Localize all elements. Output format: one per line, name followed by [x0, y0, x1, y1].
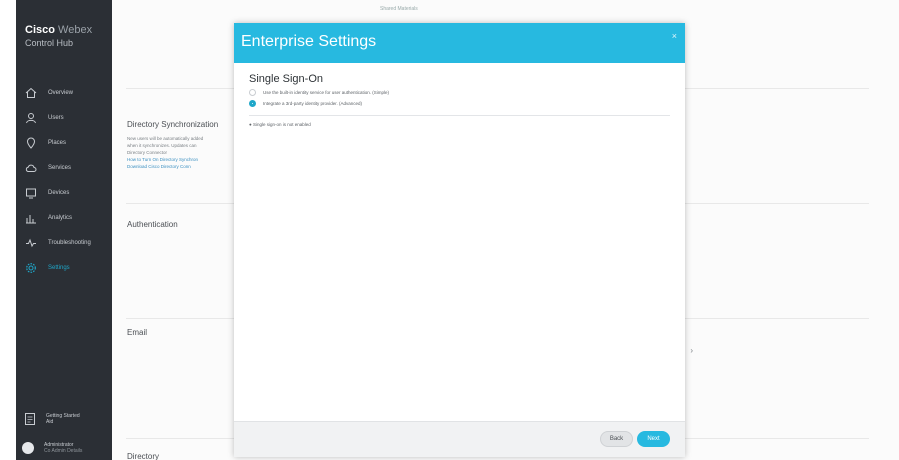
- brand-logo: Cisco Webex Control Hub: [25, 24, 92, 50]
- modal-title: Enterprise Settings: [241, 33, 377, 50]
- option-label: Use the built-in identity service for us…: [263, 90, 390, 95]
- brand-product: Webex: [58, 24, 93, 36]
- bar-chart-icon: [24, 211, 38, 225]
- modal-header: Enterprise Settings ×: [234, 23, 685, 63]
- radio-checked[interactable]: [249, 100, 256, 107]
- sidebar-item-label: Services: [48, 164, 72, 171]
- sidebar-item-label: Places: [48, 139, 67, 146]
- sidebar-item-services[interactable]: Services: [16, 155, 112, 180]
- sso-status-note: ● Single sign-on is not enabled: [249, 122, 311, 127]
- section-title: Single Sign-On: [249, 73, 323, 85]
- directory-sync-link-1[interactable]: How to Turn On Directory Synchron: [127, 156, 237, 163]
- user-icon: [24, 111, 38, 125]
- sidebar-item-devices[interactable]: Devices: [16, 180, 112, 205]
- email-label: Email: [127, 328, 148, 337]
- sidebar-item-label: Users: [48, 114, 64, 121]
- sidebar-item-places[interactable]: Places: [16, 130, 112, 155]
- directory-sync-text-2: when it synchronizes. Updates can: [127, 143, 197, 148]
- user-subtitle: Co Admin Details: [44, 448, 83, 454]
- sidebar-item-users[interactable]: Users: [16, 105, 112, 130]
- sidebar-item-analytics[interactable]: Analytics: [16, 205, 112, 230]
- modal-footer: Back Next: [234, 421, 685, 457]
- document-icon: [24, 412, 36, 426]
- modal-body: Single Sign-On Use the built-in identity…: [249, 73, 670, 127]
- home-icon: [24, 86, 38, 100]
- getting-started-link[interactable]: Getting Started Aid: [24, 412, 80, 426]
- sidebar-item-troubleshooting[interactable]: Troubleshooting: [16, 230, 112, 255]
- radio-unchecked[interactable]: [249, 89, 256, 96]
- directory-sync-link-2[interactable]: Download Cisco Directory Conn: [127, 163, 237, 170]
- device-icon: [24, 186, 38, 200]
- sidebar-item-label: Troubleshooting: [48, 239, 91, 246]
- divider: [249, 115, 670, 116]
- cloud-icon: [24, 161, 38, 175]
- location-pin-icon: [24, 136, 38, 150]
- back-button[interactable]: Back: [600, 431, 633, 447]
- user-profile[interactable]: Administrator Co Admin Details: [22, 442, 82, 454]
- sidebar-item-label: Settings: [48, 264, 70, 271]
- sso-option-simple[interactable]: Use the built-in identity service for us…: [249, 89, 670, 96]
- sso-option-advanced[interactable]: Integrate a 3rd-party identity provider.…: [249, 100, 670, 107]
- chevron-right-icon[interactable]: ›: [690, 346, 693, 355]
- directory-sync-text-3: Directory Connector: [127, 150, 168, 155]
- next-button[interactable]: Next: [637, 431, 670, 447]
- sidebar-item-label: Overview: [48, 89, 74, 96]
- bg-top-text: Shared Materials: [380, 6, 418, 12]
- authentication-label: Authentication: [127, 220, 178, 229]
- sidebar-item-label: Devices: [48, 189, 70, 196]
- option-label: Integrate a 3rd-party identity provider.…: [263, 101, 363, 106]
- gear-icon: [24, 261, 38, 275]
- directory-sync-description: New users will be automatically added wh…: [127, 135, 237, 170]
- sidebar-item-overview[interactable]: Overview: [16, 80, 112, 105]
- directory-sync-label: Directory Synchronization: [127, 120, 219, 129]
- directory-label: Directory: [127, 452, 160, 460]
- directory-sync-text-1: New users will be automatically added: [127, 136, 204, 141]
- close-icon[interactable]: ×: [672, 31, 677, 41]
- enterprise-settings-modal: Enterprise Settings × Single Sign-On Use…: [234, 23, 685, 457]
- avatar: [22, 442, 34, 454]
- sidebar-item-label: Analytics: [48, 214, 73, 221]
- sidebar-nav: Overview Users Places Services Devices A…: [16, 80, 112, 280]
- help-line-2: Aid: [46, 419, 54, 425]
- pulse-icon: [24, 236, 38, 250]
- brand-name: Cisco: [25, 24, 55, 36]
- brand-subtitle: Control Hub: [25, 38, 74, 48]
- sidebar-item-settings[interactable]: Settings: [16, 255, 112, 280]
- sidebar: Cisco Webex Control Hub Overview Users P…: [16, 0, 112, 460]
